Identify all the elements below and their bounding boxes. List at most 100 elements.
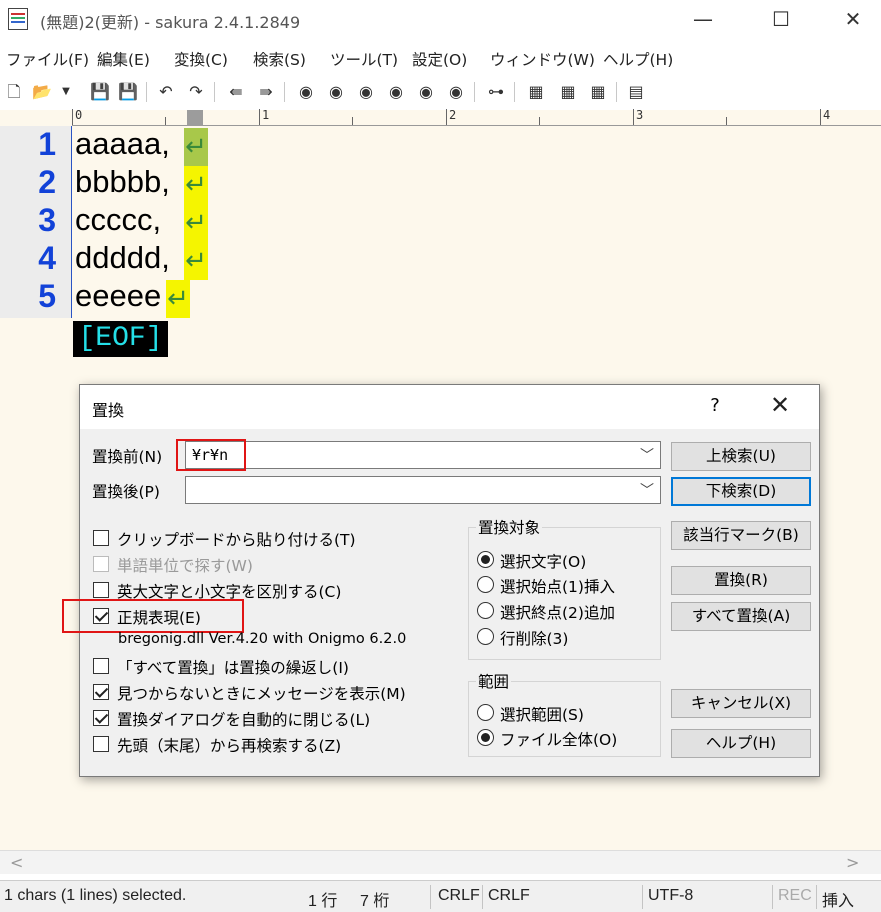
wrap-search-checkbox[interactable] <box>93 736 109 752</box>
jump-forward-icon[interactable]: ⇛ <box>254 80 278 104</box>
undo-icon[interactable]: ↶ <box>154 80 178 104</box>
eol-marker: ↵ <box>184 204 208 242</box>
toolbar-separator <box>616 82 617 102</box>
replace-target-title: 置換対象 <box>476 516 543 538</box>
jump-back-icon[interactable]: ⇚ <box>224 80 248 104</box>
status-insert-mode[interactable]: 挿入 <box>822 887 854 911</box>
find-next-icon[interactable]: ◉ <box>354 80 378 104</box>
status-separator <box>482 885 483 909</box>
replace-icon[interactable]: ◉ <box>384 80 408 104</box>
target-insert-start-label[interactable]: 選択始点(1)挿入 <box>500 575 615 597</box>
eol-marker: ↵ <box>166 280 190 318</box>
menu-help[interactable]: ヘルプ(H) <box>603 48 673 70</box>
menu-tools[interactable]: ツール(T) <box>330 48 398 70</box>
scope-selection-label[interactable]: 選択範囲(S) <box>500 703 584 725</box>
wrap-search-label[interactable]: 先頭（末尾）から再検索する(Z) <box>117 734 341 756</box>
ruler-cursor <box>187 110 203 126</box>
compare-icon[interactable]: ▦ <box>524 80 548 104</box>
status-eol-code[interactable]: CRLF <box>438 887 480 905</box>
find-combobox[interactable]: ¥r¥n ﹀ <box>185 441 661 469</box>
dialog-close-icon[interactable]: ✕ <box>765 391 795 419</box>
line-text[interactable]: bbbbb, <box>75 164 170 200</box>
toolbar-separator <box>214 82 215 102</box>
not-found-message-checkbox[interactable] <box>93 684 109 700</box>
outline-icon[interactable]: ▦ <box>556 80 580 104</box>
grep-icon[interactable]: ◉ <box>444 80 468 104</box>
clipboard-paste-checkbox[interactable] <box>93 530 109 546</box>
match-case-checkbox[interactable] <box>93 582 109 598</box>
toolbar-separator <box>514 82 515 102</box>
scroll-left-icon[interactable]: < <box>10 853 23 872</box>
scroll-right-icon[interactable]: > <box>846 853 859 872</box>
mark-lines-button[interactable]: 該当行マーク(B) <box>671 521 811 550</box>
replace-all-repeat-checkbox[interactable] <box>93 658 109 674</box>
line-text[interactable]: ccccc, <box>75 202 161 238</box>
search-up-button[interactable]: 上検索(U) <box>671 442 811 471</box>
settings-icon[interactable]: ▤ <box>624 80 648 104</box>
line-text[interactable]: aaaaa, <box>75 126 170 162</box>
minimize-button[interactable]: — <box>668 0 738 38</box>
scope-whole-file-radio[interactable] <box>477 729 494 746</box>
redo-icon[interactable]: ↷ <box>184 80 208 104</box>
status-column: 7 桁 <box>360 893 390 910</box>
replace-combobox[interactable]: ﹀ <box>185 476 661 504</box>
annotation-highlight <box>62 599 244 633</box>
search-down-button[interactable]: 下検索(D) <box>671 477 811 506</box>
target-insert-start-radio[interactable] <box>477 576 494 593</box>
toolbar-separator <box>284 82 285 102</box>
save-all-icon[interactable]: 💾 <box>116 80 140 104</box>
chevron-down-icon[interactable]: ﹀ <box>640 445 654 465</box>
find-icon[interactable]: ◉ <box>294 80 318 104</box>
tag-jump-icon[interactable]: ▦ <box>586 80 610 104</box>
save-icon[interactable]: 💾 <box>88 80 112 104</box>
status-eol-mode[interactable]: CRLF <box>488 887 530 905</box>
clear-mark-icon[interactable]: ◉ <box>414 80 438 104</box>
chevron-down-icon[interactable]: ﹀ <box>640 480 654 500</box>
new-file-icon[interactable]: 🗋 <box>2 80 26 104</box>
scope-whole-file-label[interactable]: ファイル全体(O) <box>500 728 617 750</box>
menu-window[interactable]: ウィンドウ(W) <box>490 48 595 70</box>
toolbar: 🗋 📂 ▼ 💾 💾 ↶ ↷ ⇚ ⇛ ◉ ◉ ◉ ◉ ◉ ◉ ⊶ ▦ ▦ ▦ ▤ <box>0 76 881 108</box>
ruler-mark: 0 <box>75 108 83 122</box>
menu-file[interactable]: ファイル(F) <box>6 48 89 70</box>
replace-button[interactable]: 置換(R) <box>671 566 811 595</box>
maximize-button[interactable]: ☐ <box>746 0 816 38</box>
horizontal-scrollbar[interactable]: < > <box>0 850 881 874</box>
menu-convert[interactable]: 変換(C) <box>174 48 228 70</box>
target-delete-line-radio[interactable] <box>477 628 494 645</box>
auto-close-checkbox[interactable] <box>93 710 109 726</box>
line-number: 3 <box>38 202 56 238</box>
dialog-help-icon[interactable]: ? <box>700 395 730 416</box>
status-separator <box>430 885 431 909</box>
status-separator <box>772 885 773 909</box>
replace-all-button[interactable]: すべて置換(A) <box>671 602 811 631</box>
line-text[interactable]: eeeee <box>75 278 161 314</box>
scope-selection-radio[interactable] <box>477 704 494 721</box>
open-folder-icon[interactable]: 📂 <box>30 80 54 104</box>
replace-all-repeat-label[interactable]: 「すべて置換」は置換の繰返し(I) <box>117 656 349 678</box>
menu-search[interactable]: 検索(S) <box>253 48 306 70</box>
ruler-mark: 2 <box>449 108 457 122</box>
eof-marker: [EOF] <box>73 321 168 357</box>
line-text[interactable]: ddddd, <box>75 240 170 276</box>
close-button[interactable]: ✕ <box>818 0 881 38</box>
target-delete-line-label[interactable]: 行削除(3) <box>500 627 568 649</box>
ruler-tick <box>165 117 166 125</box>
not-found-message-label[interactable]: 見つからないときにメッセージを表示(M) <box>117 682 406 704</box>
cancel-button[interactable]: キャンセル(X) <box>671 689 811 718</box>
find-prev-icon[interactable]: ◉ <box>324 80 348 104</box>
menu-settings[interactable]: 設定(O) <box>412 48 467 70</box>
help-button[interactable]: ヘルプ(H) <box>671 729 811 758</box>
menu-edit[interactable]: 編集(E) <box>97 48 150 70</box>
clipboard-paste-label[interactable]: クリップボードから貼り付ける(T) <box>117 528 356 550</box>
toolbar-separator <box>146 82 147 102</box>
target-append-end-radio[interactable] <box>477 602 494 619</box>
bracket-match-icon[interactable]: ⊶ <box>484 80 508 104</box>
target-append-end-label[interactable]: 選択終点(2)追加 <box>500 601 615 623</box>
auto-close-label[interactable]: 置換ダイアログを自動的に閉じる(L) <box>117 708 370 730</box>
status-encoding[interactable]: UTF-8 <box>648 887 693 905</box>
open-dropdown-icon[interactable]: ▼ <box>58 80 74 104</box>
target-selected-text-radio[interactable] <box>477 551 494 568</box>
whole-word-label: 単語単位で探す(W) <box>117 557 253 575</box>
target-selected-text-label[interactable]: 選択文字(O) <box>500 550 586 572</box>
